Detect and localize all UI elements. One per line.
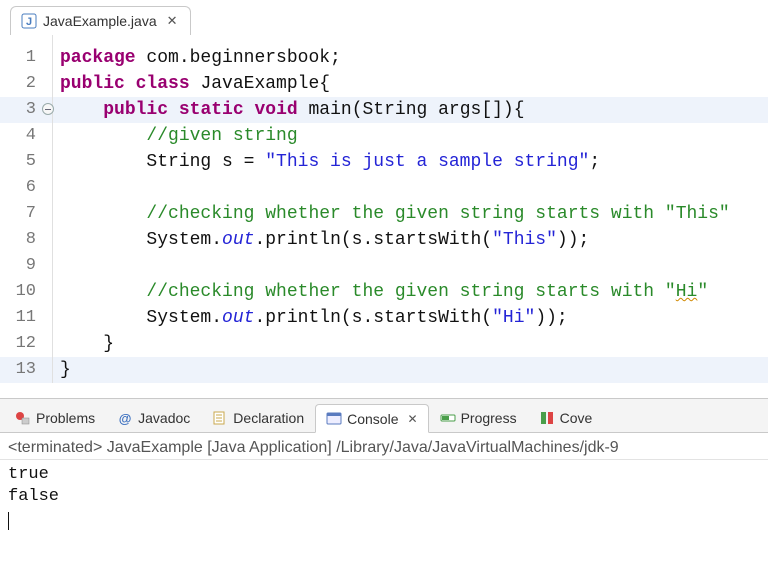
editor-file-tab[interactable]: J JavaExample.java ✕: [10, 6, 191, 35]
close-icon[interactable]: ✕: [404, 412, 418, 426]
line-number: 11: [0, 305, 40, 331]
gutter-divider: [52, 35, 53, 383]
console-status: <terminated> JavaExample [Java Applicati…: [0, 433, 768, 460]
line-number: 6: [0, 175, 40, 201]
editor-tab-filename: JavaExample.java: [43, 13, 157, 29]
code-line[interactable]: 13}: [0, 357, 768, 383]
code-text[interactable]: //given string: [60, 123, 768, 149]
line-number: 7: [0, 201, 40, 227]
line-number: 12: [0, 331, 40, 357]
coverage-icon: [539, 410, 555, 426]
code-text[interactable]: }: [60, 357, 768, 383]
tab-label: Declaration: [233, 410, 304, 426]
java-file-icon: J: [21, 13, 37, 29]
console-output[interactable]: true false: [0, 460, 768, 534]
line-number: 8: [0, 227, 40, 253]
code-text[interactable]: public static void main(String args[]){: [60, 97, 768, 123]
bottom-panel: Problems @ Javadoc Declaration: [0, 398, 768, 566]
code-line[interactable]: 11 System.out.println(s.startsWith("Hi")…: [0, 305, 768, 331]
tab-javadoc[interactable]: @ Javadoc: [106, 403, 201, 432]
tab-declaration[interactable]: Declaration: [201, 403, 315, 432]
svg-text:J: J: [26, 16, 32, 28]
line-number: 2: [0, 71, 40, 97]
code-line[interactable]: 3 public static void main(String args[])…: [0, 97, 768, 123]
code-line[interactable]: 9: [0, 253, 768, 279]
code-line[interactable]: 6: [0, 175, 768, 201]
line-number: 13: [0, 357, 40, 383]
code-line[interactable]: 7 //checking whether the given string st…: [0, 201, 768, 227]
tab-console[interactable]: Console ✕: [315, 404, 428, 433]
code-line[interactable]: 5 String s = "This is just a sample stri…: [0, 149, 768, 175]
line-number: 1: [0, 45, 40, 71]
code-text[interactable]: System.out.println(s.startsWith("Hi"));: [60, 305, 768, 331]
line-number: 9: [0, 253, 40, 279]
close-icon[interactable]: ✕: [163, 13, 178, 29]
line-number: 4: [0, 123, 40, 149]
code-line[interactable]: 8 System.out.println(s.startsWith("This"…: [0, 227, 768, 253]
tab-label: Console: [347, 411, 398, 427]
code-line[interactable]: 10 //checking whether the given string s…: [0, 279, 768, 305]
code-text[interactable]: //checking whether the given string star…: [60, 279, 768, 305]
javadoc-icon: @: [117, 410, 133, 426]
bottom-tabstrip: Problems @ Javadoc Declaration: [0, 399, 768, 433]
tab-label: Javadoc: [138, 410, 190, 426]
code-line[interactable]: 1 package com.beginnersbook;: [0, 45, 768, 71]
code-text[interactable]: String s = "This is just a sample string…: [60, 149, 768, 175]
code-editor[interactable]: 1 package com.beginnersbook; 2 public class…: [0, 35, 768, 383]
progress-icon: [440, 410, 456, 426]
code-text[interactable]: //checking whether the given string star…: [60, 201, 768, 227]
line-number: 5: [0, 149, 40, 175]
tab-label: Cove: [560, 410, 593, 426]
line-number: 3: [0, 97, 40, 123]
code-line[interactable]: 2 public class JavaExample{: [0, 71, 768, 97]
declaration-icon: [212, 410, 228, 426]
code-text[interactable]: public class JavaExample{: [60, 71, 768, 97]
tab-problems[interactable]: Problems: [4, 403, 106, 432]
code-text[interactable]: }: [60, 331, 768, 357]
tab-coverage[interactable]: Cove: [528, 403, 604, 432]
code-line[interactable]: 12 }: [0, 331, 768, 357]
editor-area: J JavaExample.java ✕ 1 package com.beginn…: [0, 0, 768, 398]
code-line[interactable]: 4 //given string: [0, 123, 768, 149]
line-number: 10: [0, 279, 40, 305]
console-icon: [326, 411, 342, 427]
code-text[interactable]: System.out.println(s.startsWith("This"))…: [60, 227, 768, 253]
code-text[interactable]: package com.beginnersbook;: [60, 45, 768, 71]
tab-label: Progress: [461, 410, 517, 426]
tab-label: Problems: [36, 410, 95, 426]
problems-icon: [15, 410, 31, 426]
tab-progress[interactable]: Progress: [429, 403, 528, 432]
text-cursor: [8, 512, 9, 530]
fold-toggle-icon[interactable]: [42, 103, 54, 115]
